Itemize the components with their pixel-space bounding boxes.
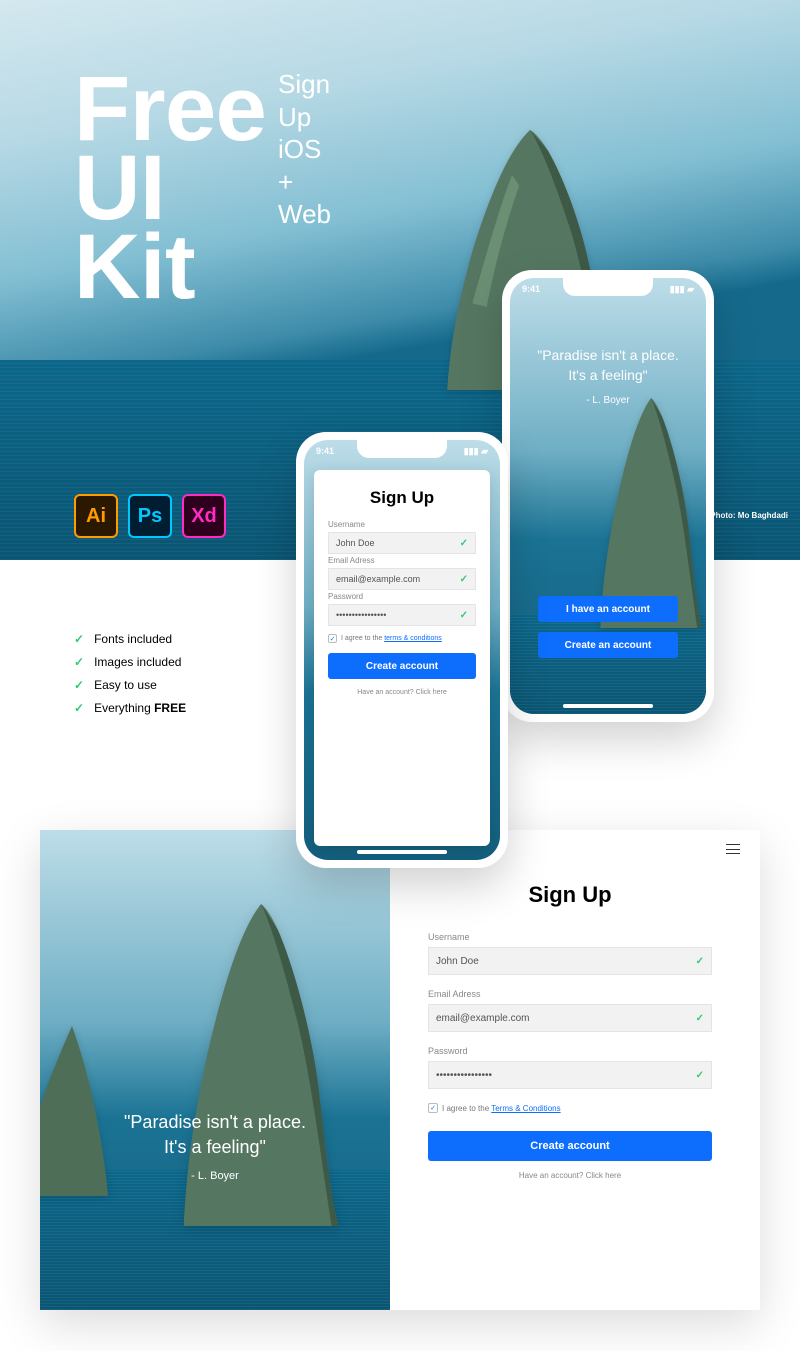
phone-mockup-welcome: 9:41 ▮▮▮ ▰ "Paradise isn't a place. It's…: [502, 270, 714, 722]
check-icon: ✓: [696, 1013, 704, 1024]
check-icon: ✓: [460, 610, 468, 621]
terms-row: ✓ I agree to the Terms & Conditions: [428, 1103, 712, 1113]
photoshop-icon: Ps: [128, 494, 172, 538]
hero-title: Free UI Kit Sign Up iOS + Web: [74, 70, 266, 307]
password-label: Password: [428, 1046, 712, 1056]
check-icon: ✓: [74, 701, 84, 715]
web-form: Sign Up Username John Doe✓ Email Adress …: [390, 830, 760, 1310]
phone-mockup-signup: 9:41 ▮▮▮ ▰ Sign Up Username John Doe✓ Em…: [296, 432, 508, 868]
username-label: Username: [428, 932, 712, 942]
feature-list: ✓Fonts included ✓Images included ✓Easy t…: [74, 632, 186, 724]
list-item: ✓Fonts included: [74, 632, 186, 646]
welcome-quote: "Paradise isn't a place. It's a feeling"…: [510, 346, 706, 406]
status-time: 9:41: [522, 284, 540, 298]
terms-row: ✓ I agree to the terms & conditions: [328, 634, 476, 643]
hero-subtitle: Sign Up iOS + Web: [278, 68, 331, 231]
create-account-button[interactable]: Create account: [328, 653, 476, 679]
check-icon: ✓: [696, 956, 704, 967]
web-mockup: "Paradise isn't a place. It's a feeling"…: [40, 830, 760, 1310]
terms-link[interactable]: Terms & Conditions: [491, 1104, 560, 1113]
username-label: Username: [328, 520, 476, 529]
have-account-button[interactable]: I have an account: [538, 596, 678, 622]
xd-icon: Xd: [182, 494, 226, 538]
app-icons: Ai Ps Xd: [74, 494, 226, 538]
list-item: ✓Everything FREE: [74, 701, 186, 715]
web-quote: "Paradise isn't a place. It's a feeling"…: [40, 1110, 390, 1182]
terms-link[interactable]: terms & conditions: [384, 635, 442, 642]
home-indicator: [563, 704, 653, 708]
illustrator-icon: Ai: [74, 494, 118, 538]
check-icon: ✓: [460, 538, 468, 549]
email-input[interactable]: email@example.com✓: [328, 568, 476, 590]
terms-checkbox[interactable]: ✓: [328, 634, 337, 643]
status-bar: 9:41 ▮▮▮ ▰: [304, 446, 500, 460]
home-indicator: [357, 850, 447, 854]
email-label: Email Adress: [428, 989, 712, 999]
list-item: ✓Images included: [74, 655, 186, 669]
title-line3: Kit: [74, 228, 266, 307]
status-right: ▮▮▮ ▰: [464, 446, 488, 460]
password-input[interactable]: ••••••••••••••••✓: [428, 1061, 712, 1089]
photo-credit: Photo: Mo Baghdadi: [710, 511, 788, 520]
status-right: ▮▮▮ ▰: [670, 284, 694, 298]
create-account-button[interactable]: Create account: [428, 1131, 712, 1161]
password-label: Password: [328, 592, 476, 601]
email-label: Email Adress: [328, 556, 476, 565]
rock-illustration: [596, 398, 706, 628]
check-icon: ✓: [460, 574, 468, 585]
have-account-link[interactable]: Have an account? Click here: [428, 1171, 712, 1180]
check-icon: ✓: [74, 655, 84, 669]
status-time: 9:41: [316, 446, 334, 460]
list-item: ✓Easy to use: [74, 678, 186, 692]
create-account-button[interactable]: Create an account: [538, 632, 678, 658]
signup-title: Sign Up: [428, 882, 712, 908]
status-bar: 9:41 ▮▮▮ ▰: [510, 284, 706, 298]
check-icon: ✓: [696, 1070, 704, 1081]
web-hero-image: "Paradise isn't a place. It's a feeling"…: [40, 830, 390, 1310]
username-input[interactable]: John Doe✓: [328, 532, 476, 554]
password-input[interactable]: ••••••••••••••••✓: [328, 604, 476, 626]
have-account-link[interactable]: Have an account? Click here: [328, 689, 476, 696]
username-input[interactable]: John Doe✓: [428, 947, 712, 975]
menu-icon[interactable]: [726, 844, 740, 854]
check-icon: ✓: [74, 632, 84, 646]
email-input[interactable]: email@example.com✓: [428, 1004, 712, 1032]
check-icon: ✓: [74, 678, 84, 692]
signup-card: Sign Up Username John Doe✓ Email Adress …: [314, 470, 490, 846]
terms-checkbox[interactable]: ✓: [428, 1103, 438, 1113]
signup-title: Sign Up: [328, 488, 476, 508]
